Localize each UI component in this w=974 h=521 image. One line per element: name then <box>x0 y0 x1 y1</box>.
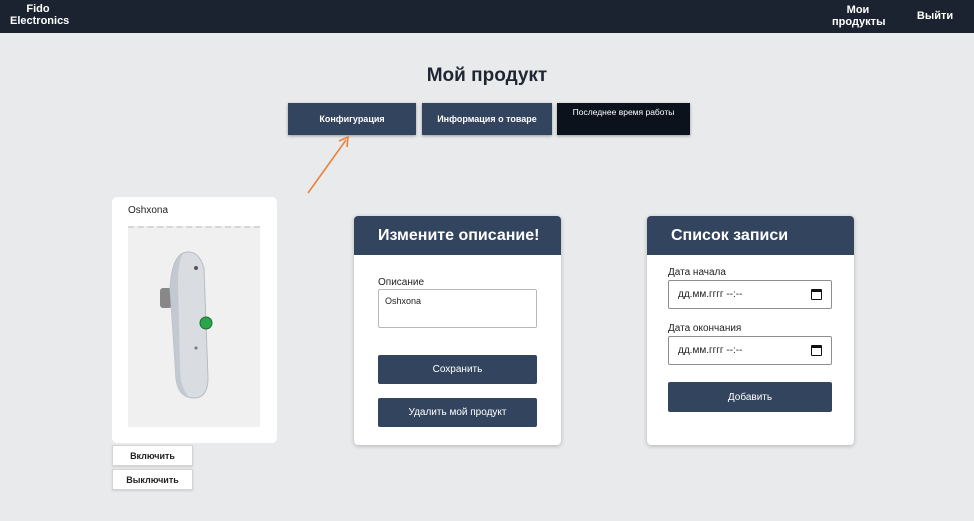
end-date-label: Дата окончания <box>668 323 742 334</box>
records-title: Список записи <box>647 216 854 255</box>
product-card: Oshxona <box>112 197 277 443</box>
product-image <box>128 226 260 427</box>
tab-last-runtime[interactable]: Последнее время работы <box>557 103 690 135</box>
start-date-input[interactable]: дд.мм.гггг --:-- <box>668 280 832 309</box>
turn-on-button[interactable]: Включить <box>112 445 193 466</box>
turn-off-button[interactable]: Выключить <box>112 469 193 490</box>
add-record-button[interactable]: Добавить <box>668 382 832 412</box>
edit-description-title: Измените описание! <box>354 216 561 255</box>
tab-product-info[interactable]: Информация о товаре <box>422 103 552 135</box>
annotation-arrow <box>307 135 349 194</box>
calendar-icon[interactable] <box>811 345 822 356</box>
page-title: Мой продукт <box>426 65 548 86</box>
nav-logout[interactable]: Выйти <box>914 10 956 22</box>
delete-product-button[interactable]: Удалить мой продукт <box>378 398 537 427</box>
brand-logo[interactable]: Fido Electronics <box>10 3 69 27</box>
start-date-label: Дата начала <box>668 267 726 278</box>
description-input[interactable]: Oshxona <box>378 289 537 328</box>
calendar-icon[interactable] <box>811 289 822 300</box>
nav-my-products[interactable]: Мои продукты <box>832 4 885 28</box>
records-panel: Список записи Дата начала дд.мм.гггг --:… <box>647 216 854 445</box>
edit-description-panel: Измените описание! Описание Oshxona Сохр… <box>354 216 561 445</box>
end-date-input[interactable]: дд.мм.гггг --:-- <box>668 336 832 365</box>
smart-plug-icon <box>160 251 213 399</box>
end-date-value: дд.мм.гггг --:-- <box>678 345 743 356</box>
save-button[interactable]: Сохранить <box>378 355 537 384</box>
product-name: Oshxona <box>128 205 169 216</box>
start-date-value: дд.мм.гггг --:-- <box>678 289 743 300</box>
description-label: Описание <box>378 277 425 288</box>
top-navbar: Fido Electronics Мои продукты Выйти <box>0 0 974 33</box>
